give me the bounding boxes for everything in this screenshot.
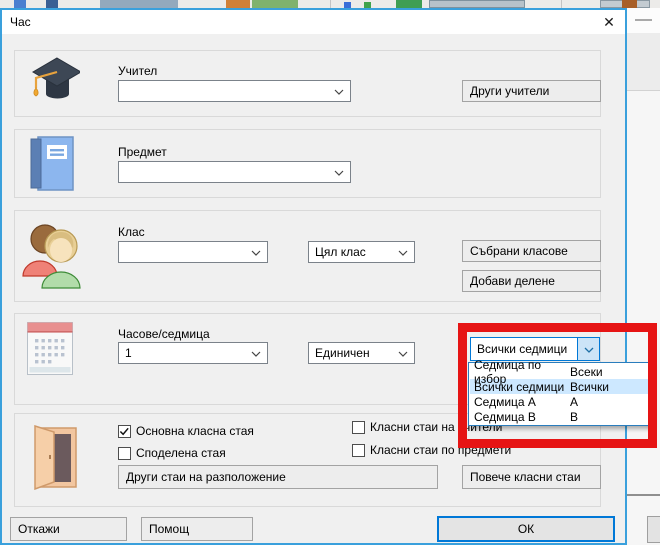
toolbar-icon-fragment	[622, 0, 637, 8]
checkbox-box[interactable]	[352, 444, 365, 457]
toolbar-separator	[330, 0, 331, 8]
chevron-down-icon	[251, 346, 261, 360]
book-icon	[30, 136, 74, 191]
more-rooms-button-label: Повече класни стаи	[470, 470, 581, 484]
ok-button-label: ОК	[518, 522, 534, 536]
ok-button[interactable]: ОК	[437, 516, 615, 542]
close-icon[interactable]: ✕	[593, 10, 625, 34]
other-teachers-button[interactable]: Други учители	[462, 80, 601, 102]
checkbox-label: Основна класна стая	[136, 424, 254, 438]
toolbar-icon-fragment	[396, 0, 422, 8]
toolbar-icon-fragment	[100, 0, 178, 8]
other-rooms-button[interactable]: Други стаи на разположение	[118, 465, 438, 489]
checkbox-box[interactable]	[352, 421, 365, 434]
toolbar-separator	[561, 0, 562, 8]
periods-count-value: 1	[125, 346, 132, 360]
background-divider	[627, 494, 660, 496]
checkbox-label: Споделена стая	[136, 446, 226, 460]
class-combobox[interactable]	[118, 241, 268, 263]
cancel-button-label: Откажи	[18, 522, 60, 536]
calendar-icon	[27, 322, 74, 376]
toolbar-icon-fragment	[252, 0, 298, 8]
graduation-cap-icon	[25, 57, 80, 107]
door-icon	[28, 424, 78, 490]
checkbox-box[interactable]	[118, 447, 131, 460]
check-icon	[119, 426, 130, 437]
toolbar-icon-fragment	[14, 0, 26, 8]
dialog-titlebar: Час ✕	[2, 10, 625, 34]
red-highlight-annotation	[458, 323, 657, 448]
teacher-label: Учител	[118, 64, 157, 78]
toolbar-icon-fragment	[226, 0, 250, 8]
class-label: Клас	[118, 225, 145, 239]
periods-type-value: Единичен	[315, 346, 370, 360]
toolbar-icon-fragment	[46, 0, 58, 8]
chevron-down-icon	[251, 245, 261, 259]
class-group-combobox-value: Цял клас	[315, 245, 366, 259]
add-division-button-label: Добави делене	[470, 274, 555, 288]
periods-count-combobox[interactable]: 1	[118, 342, 268, 364]
joined-classes-button-label: Събрани класове	[470, 244, 568, 258]
chevron-down-icon	[398, 245, 408, 259]
checkbox-main-classroom[interactable]: Основна класна стая	[118, 424, 254, 438]
help-button[interactable]: Помощ	[141, 517, 253, 541]
help-button-label: Помощ	[149, 522, 189, 536]
chevron-down-icon	[334, 84, 344, 98]
background-button-fragment	[647, 516, 660, 543]
dialog-title: Час	[2, 15, 31, 29]
joined-classes-button[interactable]: Събрани класове	[462, 240, 601, 262]
class-group-combobox[interactable]: Цял клас	[308, 241, 415, 263]
other-rooms-button-label: Други стаи на разположение	[126, 470, 286, 484]
students-icon	[21, 219, 85, 289]
background-subpanel	[627, 33, 660, 91]
subject-label: Предмет	[118, 145, 167, 159]
background-dash	[635, 19, 652, 21]
chevron-down-icon	[398, 346, 408, 360]
cancel-button[interactable]: Откажи	[10, 517, 127, 541]
periods-label: Часове/седмица	[118, 327, 210, 341]
other-teachers-button-label: Други учители	[470, 84, 549, 98]
toolbar-icon-fragment	[429, 0, 525, 8]
background-panel	[627, 8, 660, 545]
more-rooms-button[interactable]: Повече класни стаи	[462, 465, 601, 489]
periods-type-combobox[interactable]: Единичен	[308, 342, 415, 364]
checkbox-box[interactable]	[118, 425, 131, 438]
chevron-down-icon	[334, 165, 344, 179]
add-division-button[interactable]: Добави делене	[462, 270, 601, 292]
checkbox-shared-room[interactable]: Споделена стая	[118, 446, 226, 460]
teacher-combobox[interactable]	[118, 80, 351, 102]
subject-combobox[interactable]	[118, 161, 351, 183]
